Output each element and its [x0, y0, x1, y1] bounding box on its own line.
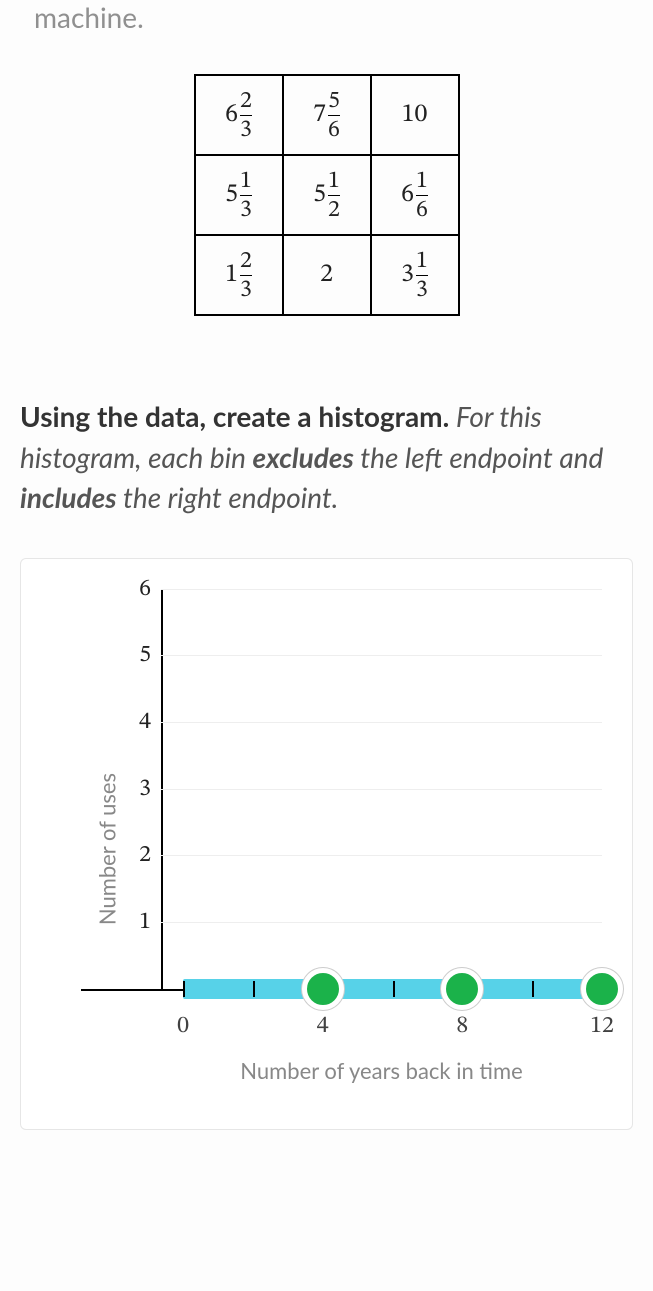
table-cell: 513: [195, 155, 283, 235]
x-axis-label: Number of years back in time: [161, 1057, 602, 1084]
table-cell: 313: [371, 235, 459, 315]
x-tick-mark: [183, 981, 185, 997]
gridline: [161, 655, 602, 656]
gridline: [161, 789, 602, 790]
histogram-handle[interactable]: [441, 968, 483, 1010]
x-tick-mark: [532, 981, 534, 997]
gridline: [161, 922, 602, 923]
intro-fragment: machine.: [34, 0, 633, 34]
y-tick-label: 1: [121, 907, 151, 937]
x-tick-label: 8: [456, 1011, 468, 1041]
x-tick-label: 12: [590, 1011, 614, 1041]
instruction-excludes: excludes: [253, 440, 354, 474]
instruction-p2: the left endpoint and: [354, 440, 603, 474]
gridline: [161, 722, 602, 723]
table-cell: 623: [195, 75, 283, 155]
table-cell: 10: [371, 75, 459, 155]
y-tick-label: 4: [121, 707, 151, 737]
y-tick-label: 5: [121, 640, 151, 670]
x-tick-mark: [393, 981, 395, 997]
x-tick-mark: [253, 981, 255, 997]
y-tick-label: 2: [121, 840, 151, 870]
instruction-includes: includes: [20, 480, 117, 514]
gridline: [161, 855, 602, 856]
histogram-handle[interactable]: [581, 968, 623, 1010]
instruction-p3: the right endpoint.: [117, 480, 339, 514]
x-tick-label: 0: [177, 1011, 189, 1041]
instruction-lead: Using the data, create a histogram.: [20, 399, 449, 433]
instruction-text: Using the data, create a histogram. For …: [20, 396, 633, 518]
gridline: [161, 589, 602, 590]
y-tick-label: 6: [121, 574, 151, 604]
histogram-handle[interactable]: [302, 968, 344, 1010]
data-table: 62375610 513512616 1232313: [194, 74, 460, 316]
histogram-chart[interactable]: Number of uses Number of years back in t…: [20, 558, 633, 1130]
y-tick-label: 3: [121, 774, 151, 804]
x-tick-label: 4: [317, 1011, 329, 1041]
y-axis-label: Number of uses: [94, 773, 121, 925]
table-cell: 512: [283, 155, 371, 235]
table-cell: 123: [195, 235, 283, 315]
table-cell: 756: [283, 75, 371, 155]
table-cell: 616: [371, 155, 459, 235]
table-cell: 2: [283, 235, 371, 315]
